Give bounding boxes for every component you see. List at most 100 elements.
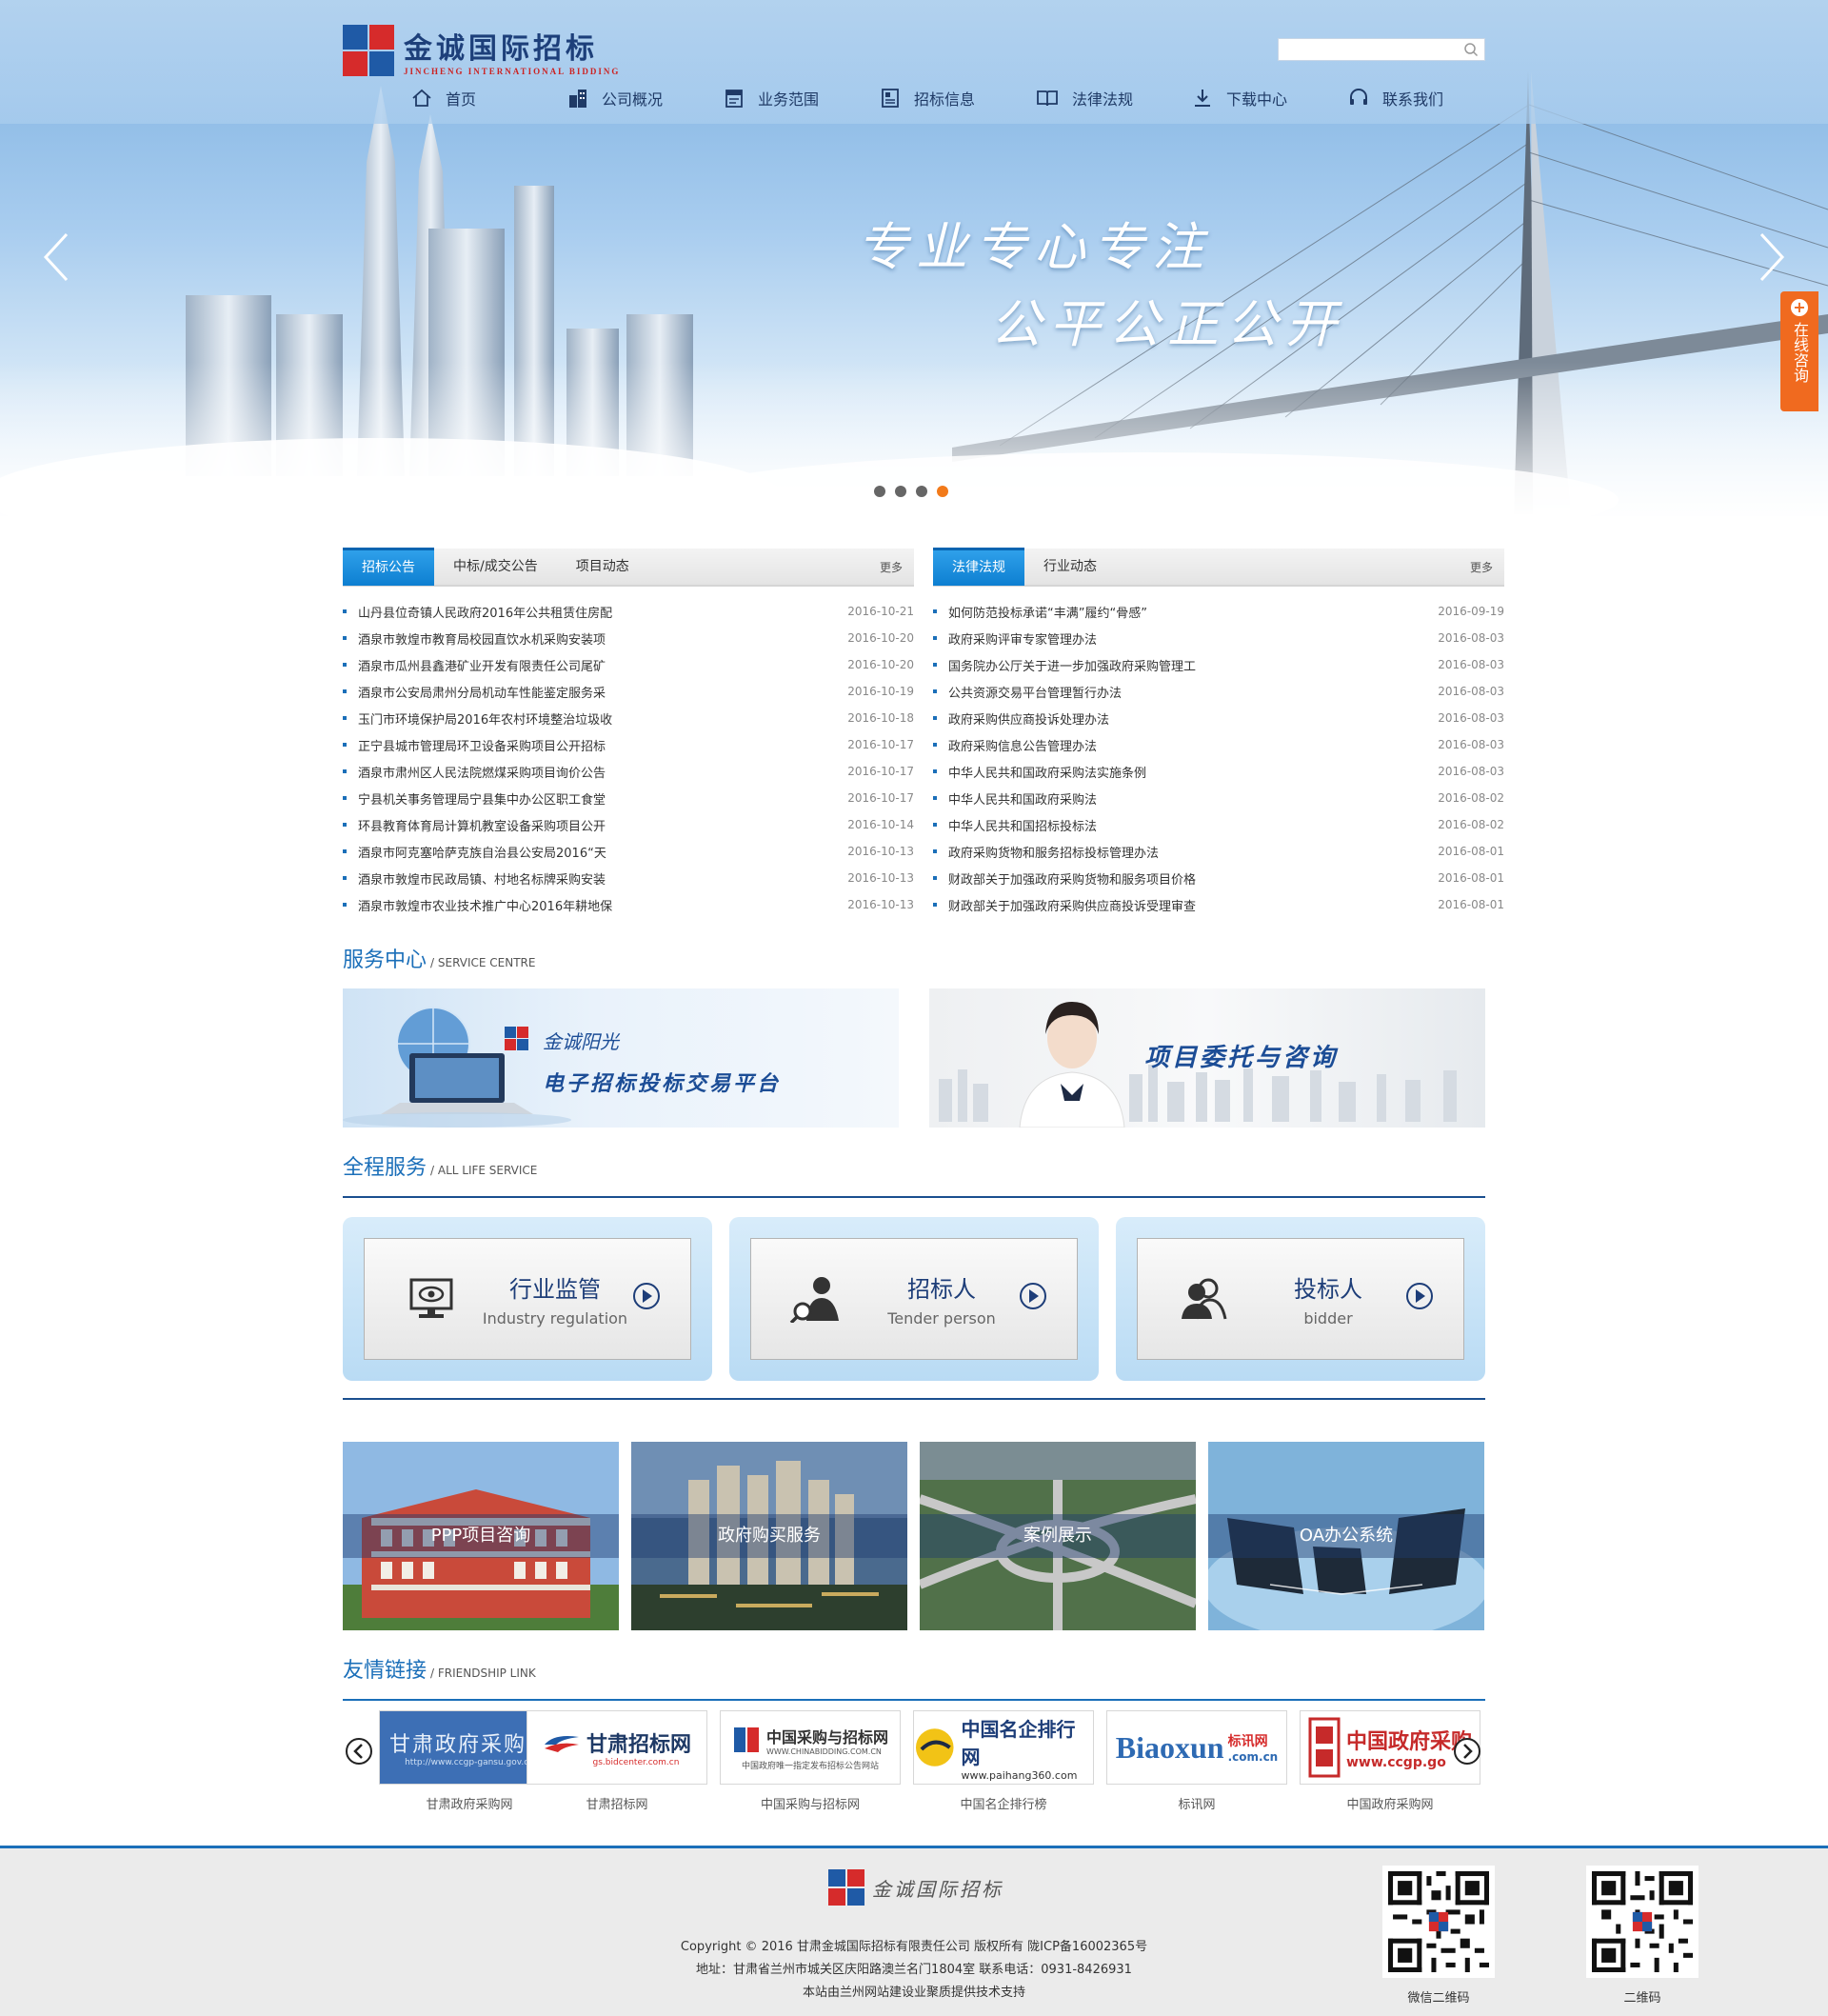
logo-mark-icon (828, 1869, 864, 1906)
tile-case-showcase[interactable]: 案例展示 (920, 1442, 1196, 1630)
news-title[interactable]: 财政部关于加强政府采购供应商投诉受理审查 (948, 896, 1428, 914)
list-item[interactable]: 政府采购信息公告管理办法 2016-08-03 (933, 731, 1504, 758)
list-item[interactable]: 宁县机关事务管理局宁县集中办公区职工食堂 2016-10-17 (343, 785, 914, 811)
news-title[interactable]: 宁县机关事务管理局宁县集中办公区职工食堂 (358, 789, 838, 808)
tender-person-card[interactable]: 招标人 Tender person (729, 1217, 1099, 1381)
list-item[interactable]: 公共资源交易平台管理暂行办法 2016-08-03 (933, 678, 1504, 705)
list-item[interactable]: 酒泉市瓜州县鑫港矿业开发有限责任公司尾矿 2016-10-20 (343, 651, 914, 678)
list-item[interactable]: 玉门市环境保护局2016年农村环境整治垃圾收 2016-10-18 (343, 705, 914, 731)
industry-regulation-card[interactable]: 行业监管 Industry regulation (343, 1217, 712, 1381)
tile-gov-purchase[interactable]: 政府购买服务 (631, 1442, 907, 1630)
logo-text-secondary: 标讯网 (1227, 1734, 1268, 1749)
list-item[interactable]: 政府采购供应商投诉处理办法 2016-08-03 (933, 705, 1504, 731)
news-title[interactable]: 政府采购货物和服务招标投标管理办法 (948, 843, 1428, 861)
circle-arrow-right-icon[interactable] (1018, 1281, 1048, 1311)
list-item[interactable]: 山丹县位奇镇人民政府2016年公共租赁住房配 2016-10-21 (343, 598, 914, 625)
carousel-next-icon[interactable] (1453, 1737, 1481, 1766)
list-item[interactable]: 财政部关于加强政府采购供应商投诉受理审查 2016-08-01 (933, 891, 1504, 918)
news-title[interactable]: 如何防范投标承诺“丰满”履约“骨感” (948, 603, 1428, 621)
site-logo[interactable]: 金诚国际招标 JINCHENG INTERNATIONAL BIDDING (343, 23, 628, 78)
news-date: 2016-08-02 (1438, 791, 1504, 805)
news-title[interactable]: 中华人民共和国政府采购法实施条例 (948, 763, 1428, 781)
menu-item-home[interactable]: 首页 (411, 84, 567, 112)
news-title[interactable]: 中华人民共和国政府采购法 (948, 789, 1428, 808)
tab-project-news[interactable]: 项目动态 (557, 548, 648, 586)
list-item[interactable]: 中华人民共和国政府采购法 2016-08-02 (933, 785, 1504, 811)
menu-item-laws[interactable]: 法律法规 (1036, 84, 1192, 112)
news-title[interactable]: 财政部关于加强政府采购货物和服务项目价格 (948, 869, 1428, 888)
circle-arrow-right-icon[interactable] (631, 1281, 662, 1311)
news-title[interactable]: 酒泉市敦煌市教育局校园直饮水机采购安装项 (358, 629, 838, 648)
list-item[interactable]: 环县教育体育局计算机教室设备采购项目公开 2016-10-14 (343, 811, 914, 838)
news-title[interactable]: 国务院办公厅关于进一步加强政府采购管理工 (948, 656, 1428, 674)
news-title[interactable]: 酒泉市瓜州县鑫港矿业开发有限责任公司尾矿 (358, 656, 838, 674)
logo-text: 甘肃招标网 (586, 1733, 691, 1757)
slider-dot-4[interactable] (937, 486, 948, 497)
slider-dots (874, 486, 958, 497)
logo-text: 中国名企排行网 (961, 1717, 1076, 1768)
list-item[interactable]: 酒泉市阿克塞哈萨克族自治县公安局2016“天 2016-10-13 (343, 838, 914, 865)
list-item[interactable]: 如何防范投标承诺“丰满”履约“骨感” 2016-09-19 (933, 598, 1504, 625)
list-item[interactable]: 酒泉市肃州区人民法院燃煤采购项目询价公告 2016-10-17 (343, 758, 914, 785)
menu-item-company[interactable]: 公司概况 (567, 84, 724, 112)
slider-dot-1[interactable] (874, 486, 885, 497)
news-title[interactable]: 酒泉市敦煌市民政局镇、村地名标牌采购安装 (358, 869, 838, 888)
slider-dot-2[interactable] (895, 486, 906, 497)
list-item[interactable]: 酒泉市敦煌市教育局校园直饮水机采购安装项 2016-10-20 (343, 625, 914, 651)
menu-item-bidding-info[interactable]: 招标信息 (880, 84, 1036, 112)
friend-link-gansu-bid[interactable]: 甘肃招标网 gs.bidcenter.com.cn 甘肃招标网 (527, 1710, 707, 1812)
tab-laws[interactable]: 法律法规 (933, 548, 1024, 586)
list-item[interactable]: 酒泉市公安局肃州分局机动车性能鉴定服务采 2016-10-19 (343, 678, 914, 705)
footer-address: 地址：甘肃省兰州市城关区庆阳路澳兰名门1804室 联系电话：0931-84269… (696, 1963, 1132, 1977)
news-title[interactable]: 酒泉市敦煌市农业技术推广中心2016年耕地保 (358, 896, 838, 914)
list-item[interactable]: 政府采购评审专家管理办法 2016-08-03 (933, 625, 1504, 651)
friend-link-china-bidding[interactable]: 中国采购与招标网 WWW.CHINABIDDING.COM.CN 中国政府唯一指… (720, 1710, 901, 1812)
e-bidding-platform-banner[interactable]: 金诚阳光 电子招标投标交易平台 (343, 988, 899, 1128)
menu-item-label: 法律法规 (1072, 90, 1134, 109)
list-item[interactable]: 政府采购货物和服务招标投标管理办法 2016-08-01 (933, 838, 1504, 865)
news-title[interactable]: 中华人民共和国招标投标法 (948, 816, 1428, 834)
tab-award-notice[interactable]: 中标/成交公告 (434, 548, 557, 586)
news-title[interactable]: 酒泉市公安局肃州分局机动车性能鉴定服务采 (358, 683, 838, 701)
tile-ppp-consulting[interactable]: PPP项目咨询 (343, 1442, 619, 1630)
list-item[interactable]: 国务院办公厅关于进一步加强政府采购管理工 2016-08-03 (933, 651, 1504, 678)
list-item[interactable]: 酒泉市敦煌市民政局镇、村地名标牌采购安装 2016-10-13 (343, 865, 914, 891)
list-item[interactable]: 中华人民共和国招标投标法 2016-08-02 (933, 811, 1504, 838)
menu-item-download[interactable]: 下载中心 (1192, 84, 1348, 112)
menu-item-business[interactable]: 业务范围 (724, 84, 880, 112)
bidder-card[interactable]: 投标人 bidder (1116, 1217, 1485, 1381)
carousel-prev-icon[interactable] (345, 1737, 373, 1766)
news-title[interactable]: 正宁县城市管理局环卫设备采购项目公开招标 (358, 736, 838, 754)
list-item[interactable]: 酒泉市敦煌市农业技术推广中心2016年耕地保 2016-10-13 (343, 891, 914, 918)
circle-arrow-right-icon[interactable] (1404, 1281, 1435, 1311)
friend-link-paihang[interactable]: 中国名企排行网 www.paihang360.com 中国名企排行榜 (913, 1710, 1094, 1812)
search-input[interactable] (1279, 40, 1463, 59)
menu-item-contact[interactable]: 联系我们 (1348, 84, 1504, 112)
search-icon[interactable] (1463, 42, 1479, 57)
news-title[interactable]: 玉门市环境保护局2016年农村环境整治垃圾收 (358, 709, 838, 728)
slider-next-arrow-icon[interactable] (1752, 229, 1790, 286)
paihang-logo-icon (915, 1728, 954, 1766)
friend-link-biaoxun[interactable]: Biaoxun 标讯网 .com.cn 标讯网 (1106, 1710, 1287, 1812)
list-item[interactable]: 中华人民共和国政府采购法实施条例 2016-08-03 (933, 758, 1504, 785)
slider-prev-arrow-icon[interactable] (38, 229, 76, 286)
news-title[interactable]: 政府采购供应商投诉处理办法 (948, 709, 1428, 728)
news-title[interactable]: 山丹县位奇镇人民政府2016年公共租赁住房配 (358, 603, 838, 621)
more-link[interactable]: 更多 (1470, 549, 1493, 587)
list-item[interactable]: 正宁县城市管理局环卫设备采购项目公开招标 2016-10-17 (343, 731, 914, 758)
news-title[interactable]: 环县教育体育局计算机教室设备采购项目公开 (358, 816, 838, 834)
news-title[interactable]: 公共资源交易平台管理暂行办法 (948, 683, 1428, 701)
news-title[interactable]: 酒泉市阿克塞哈萨克族自治县公安局2016“天 (358, 843, 838, 861)
tab-bid-notice[interactable]: 招标公告 (343, 548, 434, 586)
tab-industry-news[interactable]: 行业动态 (1024, 548, 1116, 586)
news-title[interactable]: 政府采购信息公告管理办法 (948, 736, 1428, 754)
news-title[interactable]: 政府采购评审专家管理办法 (948, 629, 1428, 648)
news-title[interactable]: 酒泉市肃州区人民法院燃煤采购项目询价公告 (358, 763, 838, 781)
more-link[interactable]: 更多 (880, 549, 903, 587)
list-item[interactable]: 财政部关于加强政府采购货物和服务项目价格 2016-08-01 (933, 865, 1504, 891)
online-consult-button[interactable]: + 在线咨询 (1780, 291, 1818, 411)
project-consulting-banner[interactable]: 项目委托与咨询 (929, 988, 1485, 1128)
person-search-icon (789, 1277, 839, 1323)
slider-dot-3[interactable] (916, 486, 927, 497)
tile-oa-system[interactable]: OA办公系统 (1208, 1442, 1484, 1630)
